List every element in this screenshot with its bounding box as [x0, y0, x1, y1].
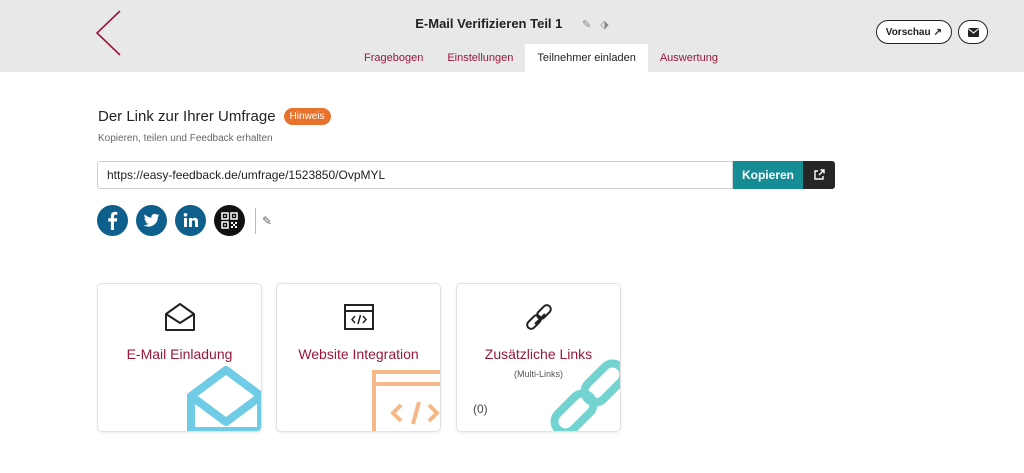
- link-icon: [457, 302, 620, 339]
- qr-code-icon[interactable]: [214, 205, 245, 236]
- links-count: (0): [473, 402, 488, 416]
- hint-badge[interactable]: Hinweis: [283, 108, 331, 125]
- card-subtitle: (Multi-Links): [513, 369, 563, 379]
- share-divider: [255, 207, 256, 234]
- website-integration-card[interactable]: Website Integration: [277, 284, 440, 431]
- top-actions: Vorschau ↗: [875, 20, 988, 44]
- tab-teilnehmer-einladen[interactable]: Teilnehmer einladen: [525, 44, 648, 72]
- pencil-icon[interactable]: ✎: [262, 214, 272, 228]
- code-window-icon: [277, 302, 440, 337]
- external-link-icon: [814, 169, 825, 180]
- preview-button-label: Vorschau: [885, 26, 931, 38]
- tab-fragebogen[interactable]: Fragebogen: [352, 44, 435, 72]
- envelope-icon: [967, 27, 979, 37]
- survey-title: E-Mail Verifizieren Teil 1: [415, 16, 563, 31]
- survey-title-row: E-Mail Verifizieren Teil 1 ✎ ⬗: [0, 16, 1024, 31]
- external-link-icon: ↗: [933, 26, 942, 38]
- link-row: Kopieren: [97, 161, 835, 189]
- survey-url-field[interactable]: [97, 161, 733, 189]
- open-link-button[interactable]: [803, 161, 835, 189]
- link-section-subtitle: Kopieren, teilen und Feedback erhalten: [98, 133, 273, 144]
- link-section-title: Der Link zur Ihrer Umfrage Hinweis: [98, 108, 331, 125]
- card-title: E-Mail Einladung: [126, 346, 233, 362]
- envelope-open-icon: [98, 302, 261, 337]
- preview-button[interactable]: Vorschau ↗: [875, 20, 952, 44]
- card-title: Zusätzliche Links: [484, 346, 593, 362]
- share-row: ✎: [97, 205, 272, 236]
- tag-icon[interactable]: ⬗: [600, 19, 608, 31]
- tab-auswertung[interactable]: Auswertung: [648, 44, 730, 72]
- facebook-icon[interactable]: [97, 205, 128, 236]
- card-title: Website Integration: [298, 346, 419, 362]
- pencil-icon[interactable]: ✎: [582, 19, 591, 31]
- email-invitation-card[interactable]: E-Mail Einladung: [98, 284, 261, 431]
- additional-links-card[interactable]: Zusätzliche Links (Multi-Links) (0): [457, 284, 620, 431]
- tab-bar: Fragebogen Einstellungen Teilnehmer einl…: [352, 44, 730, 72]
- copy-button[interactable]: Kopieren: [733, 161, 803, 189]
- tab-einstellungen[interactable]: Einstellungen: [435, 44, 525, 72]
- twitter-icon[interactable]: [136, 205, 167, 236]
- linkedin-icon[interactable]: [175, 205, 206, 236]
- mail-button[interactable]: [958, 20, 988, 44]
- top-bar: E-Mail Verifizieren Teil 1 ✎ ⬗ Frageboge…: [0, 0, 1024, 72]
- link-section-heading: Der Link zur Ihrer Umfrage: [98, 108, 276, 125]
